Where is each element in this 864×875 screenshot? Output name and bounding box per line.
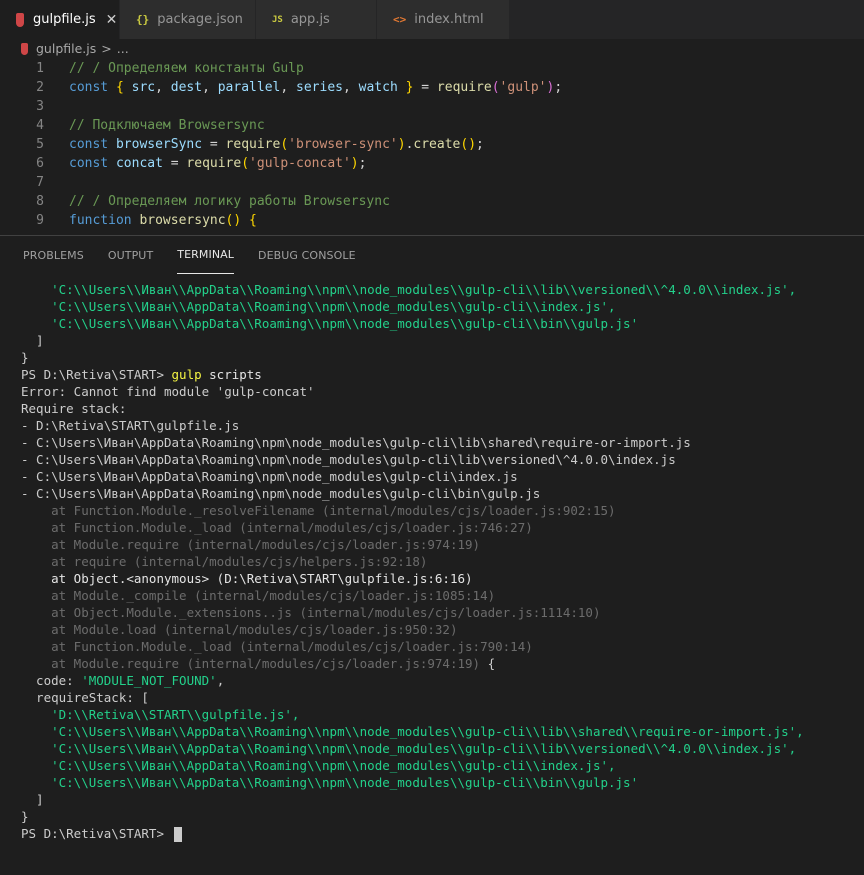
html-file-icon: <> <box>393 13 407 26</box>
code-text: // / Определяем константы Gulp <box>69 61 304 76</box>
code-key: code: <box>21 673 82 688</box>
breadcrumb-file[interactable]: gulpfile.js <box>36 41 96 56</box>
terminal-line: requireStack: [ <box>21 690 149 705</box>
tab-debug-console[interactable]: DEBUG CONSOLE <box>258 236 356 274</box>
require-stack-item: - C:\Users\Иван\AppData\Roaming\npm\node… <box>21 469 518 484</box>
terminal-line: 'C:\\Users\\Иван\\AppData\\Roaming\\npm\… <box>21 316 639 331</box>
tab-label: package.json <box>157 12 243 27</box>
line-number: 3 <box>36 99 44 114</box>
code-line: 5 const browserSync = require('browser-sy… <box>0 135 864 154</box>
tab-app-js[interactable]: JS app.js <box>256 0 377 39</box>
code-editor[interactable]: 1 // / Определяем константы Gulp 2 const {… <box>0 59 864 235</box>
tab-output[interactable]: OUTPUT <box>108 236 153 274</box>
error-message: Error: Cannot find module 'gulp-concat' <box>21 384 315 399</box>
prompt: PS D:\Retiva\START> <box>21 367 172 382</box>
stack-trace-line: at Object.Module._extensions..js (intern… <box>21 605 601 620</box>
require-stack-item: - D:\Retiva\START\gulpfile.js <box>21 418 240 433</box>
code-line: 1 // / Определяем константы Gulp <box>0 59 864 78</box>
terminal-line: 'D:\\Retiva\\START\\gulpfile.js', <box>21 707 300 722</box>
code-line: 8 // / Определяем логику работы Browsersy… <box>0 192 864 211</box>
breadcrumb: gulpfile.js > ... <box>0 39 864 58</box>
terminal-line: 'C:\\Users\\Иван\\AppData\\Roaming\\npm\… <box>21 741 797 756</box>
tab-index-html[interactable]: <> index.html <box>377 0 510 39</box>
stack-trace-line: at Object.<anonymous> (D:\Retiva\START\g… <box>21 571 473 586</box>
prompt: PS D:\Retiva\START> <box>21 826 172 841</box>
stack-trace-line: at Function.Module._load (internal/modul… <box>21 520 533 535</box>
line-number: 6 <box>36 156 44 171</box>
editor-tab-bar: gulpfile.js ✕ {} package.json JS app.js … <box>0 0 864 39</box>
stack-trace-line: at Module._compile (internal/modules/cjs… <box>21 588 496 603</box>
terminal-line: 'C:\\Users\\Иван\\AppData\\Roaming\\npm\… <box>21 724 804 739</box>
line-number: 8 <box>36 194 44 209</box>
require-stack-item: - C:\Users\Иван\AppData\Roaming\npm\node… <box>21 486 541 501</box>
panel-tabs: PROBLEMS OUTPUT TERMINAL DEBUG CONSOLE <box>0 236 864 274</box>
require-stack-item: - C:\Users\Иван\AppData\Roaming\npm\node… <box>21 452 676 467</box>
close-icon[interactable]: ✕ <box>106 12 118 28</box>
require-stack-item: - C:\Users\Иван\AppData\Roaming\npm\node… <box>21 435 691 450</box>
stack-trace-line: at Module.require (internal/modules/cjs/… <box>21 537 481 552</box>
gulp-file-icon <box>21 42 28 55</box>
code-comma: , <box>216 673 225 688</box>
code-text: const concat = require('gulp-concat'); <box>69 156 367 171</box>
terminal-output[interactable]: 'C:\\Users\\Иван\\AppData\\Roaming\\npm\… <box>21 281 804 842</box>
gulp-file-icon <box>16 12 24 27</box>
command: gulp <box>171 367 202 382</box>
code-line: 6 const concat = require('gulp-concat'); <box>0 154 864 173</box>
stack-trace-line: at Function.Module._resolveFilename (int… <box>21 503 616 518</box>
code-text: const browserSync = require('browser-syn… <box>69 137 484 152</box>
bottom-panel: PROBLEMS OUTPUT TERMINAL DEBUG CONSOLE '… <box>0 235 864 875</box>
stack-trace-line: at require (internal/modules/cjs/helpers… <box>21 554 428 569</box>
code-line: 2 const { src, dest, parallel, series, wa… <box>0 78 864 97</box>
stack-trace-line-last: at Module.require (internal/modules/cjs/… <box>21 655 804 672</box>
tab-terminal[interactable]: TERMINAL <box>177 236 235 274</box>
terminal-line: Require stack: <box>21 401 127 416</box>
code-line: 4 // Подключаем Browsersync <box>0 116 864 135</box>
terminal-line: } <box>21 350 29 365</box>
code-line: 9 function browsersync() { <box>0 211 864 230</box>
code-text: // / Определяем логику работы Browsersyn… <box>69 194 390 209</box>
line-number: 7 <box>36 175 44 190</box>
terminal-command-line: PS D:\Retiva\START> gulp scripts <box>21 366 804 383</box>
line-number: 9 <box>36 213 44 228</box>
code-line: 7 <box>0 173 864 192</box>
command-arg: scripts <box>201 367 262 382</box>
stack-trace-line: at Function.Module._load (internal/modul… <box>21 639 533 654</box>
code-text: const { src, dest, parallel, series, wat… <box>69 80 563 95</box>
breadcrumb-rest[interactable]: ... <box>117 41 129 56</box>
tab-problems[interactable]: PROBLEMS <box>23 236 84 274</box>
line-number: 2 <box>36 80 44 95</box>
js-file-icon: JS <box>272 14 283 25</box>
tab-package-json[interactable]: {} package.json <box>120 0 256 39</box>
code-value: 'MODULE_NOT_FOUND' <box>81 673 217 688</box>
open-brace: { <box>480 656 496 671</box>
code-line: 3 <box>0 97 864 116</box>
terminal-line: 'C:\\Users\\Иван\\AppData\\Roaming\\npm\… <box>21 758 616 773</box>
line-number: 4 <box>36 118 44 133</box>
terminal-cursor[interactable] <box>173 827 182 842</box>
terminal-line: } <box>21 809 29 824</box>
tab-label: gulpfile.js <box>33 12 96 27</box>
code-text: // Подключаем Browsersync <box>69 118 265 133</box>
stack-trace-text: at Module.require (internal/modules/cjs/… <box>21 656 481 671</box>
terminal-line: ] <box>21 333 44 348</box>
error-code-line: code: 'MODULE_NOT_FOUND', <box>21 672 804 689</box>
terminal-line: 'C:\\Users\\Иван\\AppData\\Roaming\\npm\… <box>21 775 639 790</box>
json-file-icon: {} <box>136 13 150 26</box>
terminal-line: 'C:\\Users\\Иван\\AppData\\Roaming\\npm\… <box>21 299 616 314</box>
stack-trace-line: at Module.load (internal/modules/cjs/loa… <box>21 622 458 637</box>
terminal-line: 'C:\\Users\\Иван\\AppData\\Roaming\\npm\… <box>21 282 797 297</box>
tab-label: index.html <box>414 12 484 27</box>
line-number: 5 <box>36 137 44 152</box>
tab-label: app.js <box>290 12 330 27</box>
breadcrumb-separator: > <box>101 41 112 56</box>
terminal-line: ] <box>21 792 44 807</box>
line-number: 1 <box>36 61 44 76</box>
tab-gulpfile[interactable]: gulpfile.js ✕ <box>0 0 120 39</box>
terminal-prompt-line: PS D:\Retiva\START> <box>21 825 804 842</box>
code-text: function browsersync() { <box>69 213 257 228</box>
